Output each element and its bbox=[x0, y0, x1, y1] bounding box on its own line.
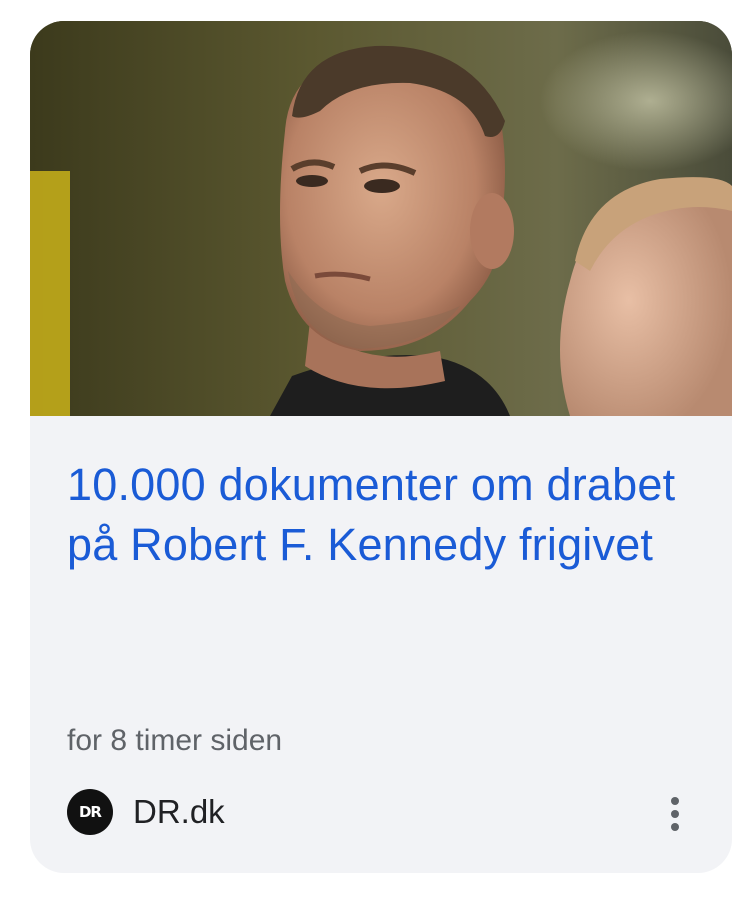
article-source[interactable]: DR DR.dk bbox=[67, 789, 225, 835]
menu-dot bbox=[671, 797, 679, 805]
menu-dot bbox=[671, 823, 679, 831]
news-card[interactable]: 10.000 dokumenter om drabet på Robert F.… bbox=[30, 21, 732, 873]
article-timestamp: for 8 timer siden bbox=[67, 724, 283, 757]
source-name: DR.dk bbox=[133, 793, 225, 830]
source-logo-text: DR bbox=[78, 803, 102, 821]
article-thumbnail[interactable] bbox=[30, 21, 732, 416]
menu-dot bbox=[671, 810, 679, 818]
source-logo: DR bbox=[67, 789, 113, 835]
thumbnail-image bbox=[30, 21, 732, 416]
article-headline[interactable]: 10.000 dokumenter om drabet på Robert F.… bbox=[67, 455, 687, 575]
more-vert-icon[interactable] bbox=[658, 791, 692, 837]
